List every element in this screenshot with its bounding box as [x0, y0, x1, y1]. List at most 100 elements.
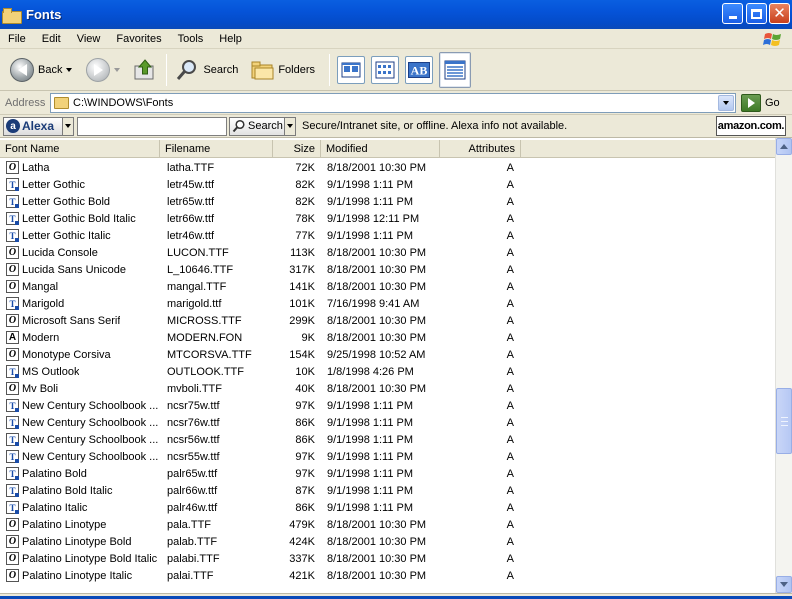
- font-row[interactable]: T Palatino Bold palr65w.ttf 97K 9/1/1998 1:1…: [0, 465, 775, 482]
- menu-help[interactable]: Help: [211, 33, 250, 45]
- go-label[interactable]: Go: [765, 97, 780, 109]
- menu-edit[interactable]: Edit: [34, 33, 69, 45]
- font-size: 82K: [295, 178, 315, 191]
- menu-view[interactable]: View: [69, 33, 109, 45]
- menu-tools[interactable]: Tools: [170, 33, 212, 45]
- font-filename: letr45w.ttf: [167, 178, 215, 191]
- font-filename: ncsr56w.ttf: [167, 433, 220, 446]
- view-thumbnails-button[interactable]: [337, 55, 366, 84]
- address-path[interactable]: C:\WINDOWS\Fonts: [73, 97, 173, 109]
- alexa-button[interactable]: a Alexa: [3, 116, 63, 136]
- font-attributes: A: [506, 399, 514, 412]
- column-modified[interactable]: Modified: [321, 140, 440, 158]
- truetype-icon: T: [6, 450, 19, 463]
- amazon-button[interactable]: amazon.com.: [716, 116, 786, 136]
- font-row[interactable]: T Palatino Bold Italic palr66w.ttf 87K 9/1/1…: [0, 482, 775, 499]
- font-attributes: A: [506, 416, 514, 429]
- grip-icon: [781, 417, 788, 426]
- font-row[interactable]: T Marigold marigold.ttf 101K 7/16/1998 9:41 …: [0, 295, 775, 312]
- font-modified: 9/25/1998 10:52 AM: [327, 348, 426, 361]
- view-large-icons-button[interactable]: AB: [405, 55, 434, 84]
- font-name-cell: O Lucida Sans Unicode: [0, 263, 160, 276]
- go-button[interactable]: [741, 93, 761, 112]
- folders-button[interactable]: Folders: [246, 52, 319, 88]
- font-modified: 9/1/1998 1:11 PM: [327, 450, 414, 463]
- font-name: Mv Boli: [22, 382, 59, 395]
- scroll-down-button[interactable]: [776, 576, 792, 593]
- view-tiles-button[interactable]: [371, 55, 400, 84]
- chevron-down-icon[interactable]: [66, 67, 73, 72]
- menu-favorites[interactable]: Favorites: [108, 33, 169, 45]
- column-size[interactable]: Size: [273, 140, 321, 158]
- font-row[interactable]: O Palatino Linotype Bold Italic palabi.TTF…: [0, 550, 775, 567]
- up-button[interactable]: [128, 52, 162, 88]
- close-button[interactable]: ✕: [769, 3, 790, 24]
- font-size: 113K: [290, 246, 315, 259]
- font-row[interactable]: O Palatino Linotype pala.TTF 479K 8/18/2001 …: [0, 516, 775, 533]
- font-row[interactable]: O Palatino Linotype Italic palai.TTF 421K 8/…: [0, 567, 775, 584]
- font-row[interactable]: O Mangal mangal.TTF 141K 8/18/2001 10:30 PM A: [0, 278, 775, 295]
- alexa-search-input[interactable]: [77, 116, 227, 136]
- font-name: Microsoft Sans Serif: [22, 314, 121, 327]
- font-row[interactable]: T New Century Schoolbook ... ncsr76w.ttf 86…: [0, 414, 775, 431]
- font-row[interactable]: O Lucida Console LUCON.TTF 113K 8/18/2001 10…: [0, 244, 775, 261]
- font-row[interactable]: T Palatino Italic palr46w.ttf 86K 9/1/1998 1…: [0, 499, 775, 516]
- font-row[interactable]: T New Century Schoolbook ... ncsr56w.ttf 86…: [0, 431, 775, 448]
- opentype-icon: O: [6, 552, 19, 565]
- toolbar-separator: [166, 53, 168, 86]
- title-bar[interactable]: Fonts ✕: [0, 0, 792, 29]
- font-name: Palatino Linotype: [22, 518, 107, 531]
- alexa-search-button[interactable]: Search: [229, 116, 285, 136]
- font-row[interactable]: O Microsoft Sans Serif MICROSS.TTF 299K 8/18…: [0, 312, 775, 329]
- menu-file[interactable]: File: [0, 33, 34, 45]
- font-row[interactable]: O Palatino Linotype Bold palab.TTF 424K 8/18…: [0, 533, 775, 550]
- font-row[interactable]: T Letter Gothic letr45w.ttf 82K 9/1/1998 1:1…: [0, 176, 775, 193]
- toolbar-separator: [329, 53, 331, 86]
- font-row[interactable]: T New Century Schoolbook ... ncsr55w.ttf 97…: [0, 448, 775, 465]
- truetype-icon: T: [6, 365, 19, 378]
- font-row[interactable]: O Latha latha.TTF 72K 8/18/2001 10:30 PM A: [0, 159, 775, 176]
- font-row[interactable]: T Letter Gothic Italic letr46w.ttf 77K 9/1/1…: [0, 227, 775, 244]
- font-list[interactable]: Font Name Filename Size Modified Attribu…: [0, 138, 792, 593]
- font-name-cell: T New Century Schoolbook ...: [0, 399, 160, 412]
- font-attributes: A: [506, 365, 514, 378]
- folder-icon: [54, 96, 69, 109]
- font-row[interactable]: O Lucida Sans Unicode L_10646.TTF 317K 8/18/…: [0, 261, 775, 278]
- font-row[interactable]: T Letter Gothic Bold Italic letr66w.ttf 78K…: [0, 210, 775, 227]
- scrollbar-thumb[interactable]: [776, 388, 792, 454]
- alexa-menu-dropdown[interactable]: [63, 116, 74, 136]
- chevron-down-icon[interactable]: [114, 67, 121, 72]
- font-row[interactable]: T New Century Schoolbook ... ncsr75w.ttf 97…: [0, 397, 775, 414]
- font-filename: mangal.TTF: [167, 280, 227, 293]
- address-dropdown-button[interactable]: [718, 94, 734, 111]
- window-bottom-border: [0, 593, 792, 599]
- vertical-scrollbar[interactable]: [775, 138, 792, 593]
- maximize-button[interactable]: [746, 3, 767, 24]
- minimize-button[interactable]: [722, 3, 743, 24]
- font-name: Letter Gothic Bold: [22, 195, 111, 208]
- column-attributes[interactable]: Attributes: [440, 140, 521, 158]
- font-row[interactable]: A Modern MODERN.FON 9K 8/18/2001 10:30 PM A: [0, 329, 775, 346]
- font-name: Palatino Bold Italic: [22, 484, 113, 497]
- font-name: Letter Gothic Bold Italic: [22, 212, 136, 225]
- font-row[interactable]: T Letter Gothic Bold letr65w.ttf 82K 9/1/199…: [0, 193, 775, 210]
- search-button[interactable]: Search: [171, 52, 242, 88]
- font-modified: 8/18/2001 10:30 PM: [327, 569, 427, 582]
- alexa-search-dropdown[interactable]: [285, 116, 296, 136]
- column-font-name[interactable]: Font Name: [0, 140, 160, 158]
- font-filename: palr65w.ttf: [167, 467, 218, 480]
- scroll-up-button[interactable]: [776, 138, 792, 155]
- view-details-button[interactable]: [439, 51, 472, 88]
- font-name: New Century Schoolbook ...: [22, 433, 159, 446]
- address-field[interactable]: C:\WINDOWS\Fonts: [50, 92, 736, 113]
- go-arrow-icon: [747, 97, 755, 108]
- back-button[interactable]: Back: [6, 52, 76, 88]
- font-row[interactable]: O Monotype Corsiva MTCORSVA.TTF 154K 9/25/19…: [0, 346, 775, 363]
- font-filename: letr66w.ttf: [167, 212, 215, 225]
- font-row[interactable]: O Mv Boli mvboli.TTF 40K 8/18/2001 10:30 PM A: [0, 380, 775, 397]
- column-filename[interactable]: Filename: [160, 140, 273, 158]
- forward-button[interactable]: [82, 52, 124, 88]
- font-name: Palatino Italic: [22, 501, 88, 514]
- truetype-icon: T: [6, 467, 19, 480]
- font-row[interactable]: T MS Outlook OUTLOOK.TTF 10K 1/8/1998 4:26 P…: [0, 363, 775, 380]
